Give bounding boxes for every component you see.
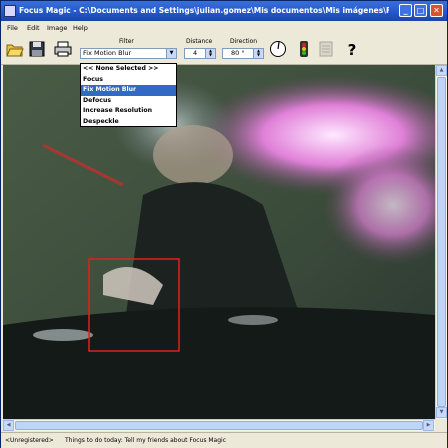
scroll-down-icon[interactable]: ▼	[436, 407, 447, 418]
distance-value: 4	[193, 49, 198, 57]
horizontal-scroll-thumb[interactable]	[15, 421, 423, 430]
spin-arrows-icon[interactable]: ▲ ▼	[253, 49, 263, 58]
close-button[interactable]: ✕	[430, 4, 443, 17]
menu-edit[interactable]: Edit	[27, 24, 40, 32]
spin-arrows-icon[interactable]: ▲ ▼	[205, 49, 215, 58]
image-canvas[interactable]	[3, 65, 435, 419]
minimize-button[interactable]: _	[399, 4, 412, 17]
filter-option[interactable]: Despeckle	[81, 117, 176, 128]
direction-value: 80 °	[231, 49, 245, 57]
vertical-scrollbar[interactable]: ▲ ▼	[435, 65, 447, 419]
photo-content	[3, 65, 435, 419]
filter-option[interactable]: Increase Resolution	[81, 106, 176, 117]
maximize-button[interactable]: □	[414, 4, 427, 17]
direction-label: Direction	[230, 38, 258, 45]
filter-select-value: Fix Motion Blur	[83, 49, 132, 57]
filter-label: Filter	[119, 38, 134, 45]
title-bar[interactable]: Focus Magic - C:\Documents and Settings\…	[1, 1, 447, 21]
vertical-scroll-thumb[interactable]	[437, 77, 446, 407]
filter-select[interactable]: Fix Motion Blur ▼	[80, 48, 177, 59]
unregistered-status: <Unregistered>	[5, 437, 54, 444]
menu-file[interactable]: File	[7, 24, 18, 32]
distance-stepper[interactable]: 4 ▲ ▼	[184, 48, 216, 59]
filter-dropdown-list: << None Selected >> Focus Fix Motion Blu…	[80, 63, 177, 127]
menu-bar: File Edit Image Help	[1, 21, 447, 34]
app-icon	[4, 5, 16, 17]
menu-help[interactable]: Help	[73, 24, 88, 32]
app-window: Focus Magic - C:\Documents and Settings\…	[0, 0, 448, 448]
horizontal-scrollbar[interactable]: ◀ ▶	[3, 419, 435, 431]
open-folder-icon[interactable]	[6, 40, 24, 58]
status-tip[interactable]: Things to do today: Tell my friends abou…	[65, 437, 226, 444]
direction-stepper[interactable]: 80 ° ▲ ▼	[222, 48, 264, 59]
compare-disabled-icon	[317, 40, 335, 58]
filter-option[interactable]: Focus	[81, 75, 176, 86]
scroll-right-icon[interactable]: ▶	[423, 420, 434, 431]
menu-image[interactable]: Image	[47, 24, 67, 32]
save-disk-icon[interactable]	[28, 40, 46, 58]
status-bar: <Unregistered> Things to do today: Tell …	[1, 432, 447, 448]
filter-option[interactable]: << None Selected >>	[81, 64, 176, 75]
help-icon[interactable]: ?	[343, 40, 361, 58]
window-title: Focus Magic - C:\Documents and Settings\…	[19, 6, 389, 15]
toolbar: Filter Fix Motion Blur ▼ Distance 4 ▲ ▼ D…	[1, 34, 447, 65]
scroll-up-icon[interactable]: ▲	[436, 65, 447, 76]
chevron-down-icon[interactable]: ▼	[166, 49, 176, 58]
filter-option-selected[interactable]: Fix Motion Blur	[81, 85, 176, 96]
traffic-light-icon[interactable]	[295, 40, 313, 58]
filter-option[interactable]: Defocus	[81, 96, 176, 107]
direction-dial-icon[interactable]	[269, 40, 287, 58]
scroll-left-icon[interactable]: ◀	[3, 420, 14, 431]
print-icon[interactable]	[54, 40, 72, 58]
distance-label: Distance	[186, 38, 213, 45]
svg-text:?: ?	[348, 41, 357, 58]
